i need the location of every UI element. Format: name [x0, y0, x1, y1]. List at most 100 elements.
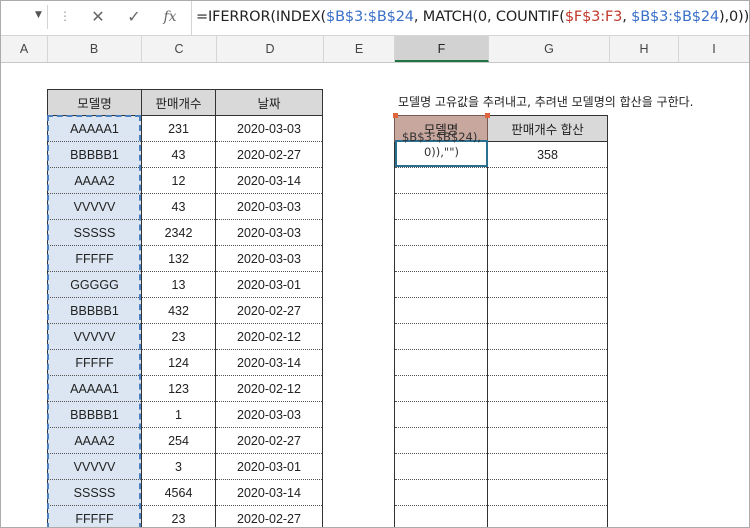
quantity-sum-cell[interactable] — [487, 453, 608, 480]
model-cell[interactable]: BBBBB1 — [47, 141, 142, 168]
model-cell[interactable]: AAAA2 — [47, 427, 142, 454]
date-cell[interactable]: 2020-02-12 — [215, 323, 323, 350]
date-cell[interactable]: 2020-02-27 — [215, 141, 323, 168]
unique-model-cell[interactable] — [394, 375, 488, 402]
name-box[interactable]: ▼ — [1, 5, 48, 29]
quantity-sum-cell[interactable] — [487, 193, 608, 220]
model-cell[interactable]: VVVVV — [47, 193, 142, 220]
quantity-sum-cell[interactable] — [487, 401, 608, 428]
quantity-cell[interactable]: 12 — [141, 167, 216, 194]
chevron-down-icon[interactable]: ▼ — [35, 10, 42, 20]
quantity-sum-cell[interactable] — [487, 427, 608, 454]
cancel-icon[interactable]: ✕ — [87, 7, 109, 27]
selection-handle[interactable] — [485, 113, 490, 118]
unique-model-cell[interactable] — [394, 193, 488, 220]
date-cell[interactable]: 2020-03-14 — [215, 479, 323, 506]
model-cell[interactable]: FFFFF — [47, 349, 142, 376]
quantity-sum-cell[interactable] — [487, 349, 608, 376]
date-cell[interactable]: 2020-03-14 — [215, 167, 323, 194]
quantity-cell[interactable]: 3 — [141, 453, 216, 480]
quantity-cell[interactable]: 254 — [141, 427, 216, 454]
model-cell[interactable]: VVVVV — [47, 453, 142, 480]
column-header-h[interactable]: H — [610, 36, 679, 62]
unique-model-cell[interactable] — [394, 219, 488, 246]
quantity-cell[interactable]: 231 — [141, 115, 216, 142]
column-header-c[interactable]: C — [142, 36, 217, 62]
formula-input[interactable]: =IFERROR(INDEX($B$3:$B$24, MATCH(0, COUN… — [191, 1, 749, 35]
unique-model-cell[interactable] — [394, 245, 488, 272]
unique-model-cell[interactable] — [394, 453, 488, 480]
quantity-cell[interactable]: 132 — [141, 245, 216, 272]
quantity-cell[interactable]: 23 — [141, 505, 216, 527]
insert-function-icon[interactable]: fx — [159, 7, 181, 27]
column-header-e[interactable]: E — [324, 36, 395, 62]
confirm-icon[interactable]: ✓ — [123, 7, 145, 27]
model-cell[interactable]: VVVVV — [47, 323, 142, 350]
unique-model-cell[interactable] — [394, 271, 488, 298]
column-header-g[interactable]: G — [489, 36, 610, 62]
unique-model-cell[interactable] — [394, 167, 488, 194]
quantity-cell[interactable]: 432 — [141, 297, 216, 324]
quantity-cell[interactable]: 1 — [141, 401, 216, 428]
quantity-sum-cell[interactable]: 358 — [487, 141, 608, 168]
model-cell[interactable]: AAAAA1 — [47, 115, 142, 142]
column-header-i[interactable]: I — [679, 36, 749, 62]
header-quantity[interactable]: 판매개수 — [141, 89, 216, 116]
model-cell[interactable]: AAAA2 — [47, 167, 142, 194]
header-date[interactable]: 날짜 — [215, 89, 323, 116]
quantity-cell[interactable]: 43 — [141, 141, 216, 168]
quantity-sum-cell[interactable] — [487, 323, 608, 350]
quantity-sum-cell[interactable] — [487, 219, 608, 246]
date-cell[interactable]: 2020-03-03 — [215, 245, 323, 272]
quantity-sum-cell[interactable] — [487, 505, 608, 527]
unique-model-cell[interactable] — [394, 505, 488, 527]
date-cell[interactable]: 2020-03-03 — [215, 115, 323, 142]
date-cell[interactable]: 2020-02-27 — [215, 297, 323, 324]
quantity-sum-cell[interactable] — [487, 375, 608, 402]
model-cell[interactable]: BBBBB1 — [47, 401, 142, 428]
quantity-sum-cell[interactable] — [487, 245, 608, 272]
quantity-cell[interactable]: 123 — [141, 375, 216, 402]
date-cell[interactable]: 2020-03-01 — [215, 271, 323, 298]
quantity-cell[interactable]: 4564 — [141, 479, 216, 506]
date-cell[interactable]: 2020-02-27 — [215, 427, 323, 454]
header-quantity-sum[interactable]: 판매개수 합산 — [487, 115, 608, 142]
more-options-icon[interactable]: ⋮ — [59, 9, 71, 23]
unique-model-cell[interactable] — [394, 401, 488, 428]
quantity-sum-cell[interactable] — [487, 167, 608, 194]
date-cell[interactable]: 2020-03-03 — [215, 401, 323, 428]
column-header-a[interactable]: A — [1, 36, 48, 62]
date-cell[interactable]: 2020-03-03 — [215, 193, 323, 220]
quantity-sum-cell[interactable] — [487, 479, 608, 506]
header-model[interactable]: 모델명 — [47, 89, 142, 116]
date-cell[interactable]: 2020-02-27 — [215, 505, 323, 527]
date-cell[interactable]: 2020-02-12 — [215, 375, 323, 402]
date-cell[interactable]: 2020-03-03 — [215, 219, 323, 246]
quantity-cell[interactable]: 43 — [141, 193, 216, 220]
unique-model-cell[interactable] — [394, 349, 488, 376]
unique-model-cell[interactable] — [394, 323, 488, 350]
column-header-d[interactable]: D — [217, 36, 324, 62]
column-header-b[interactable]: B — [47, 36, 142, 62]
model-cell[interactable]: FFFFF — [47, 505, 142, 527]
date-cell[interactable]: 2020-03-14 — [215, 349, 323, 376]
quantity-cell[interactable]: 124 — [141, 349, 216, 376]
model-cell[interactable]: SSSSS — [47, 479, 142, 506]
unique-model-cell[interactable] — [394, 479, 488, 506]
model-cell[interactable]: GGGGG — [47, 271, 142, 298]
date-cell[interactable]: 2020-03-01 — [215, 453, 323, 480]
model-cell[interactable]: AAAAA1 — [47, 375, 142, 402]
unique-model-cell[interactable] — [394, 297, 488, 324]
selection-handle[interactable] — [393, 113, 398, 118]
quantity-cell[interactable]: 13 — [141, 271, 216, 298]
model-cell[interactable]: FFFFF — [47, 245, 142, 272]
model-cell[interactable]: SSSSS — [47, 219, 142, 246]
column-header-f[interactable]: F — [395, 36, 489, 62]
active-cell-f3[interactable]: $B$3:$B$24), 0)),"") — [395, 130, 488, 167]
quantity-cell[interactable]: 2342 — [141, 219, 216, 246]
unique-model-cell[interactable] — [394, 427, 488, 454]
quantity-sum-cell[interactable] — [487, 297, 608, 324]
quantity-sum-cell[interactable] — [487, 271, 608, 298]
model-cell[interactable]: BBBBB1 — [47, 297, 142, 324]
quantity-cell[interactable]: 23 — [141, 323, 216, 350]
